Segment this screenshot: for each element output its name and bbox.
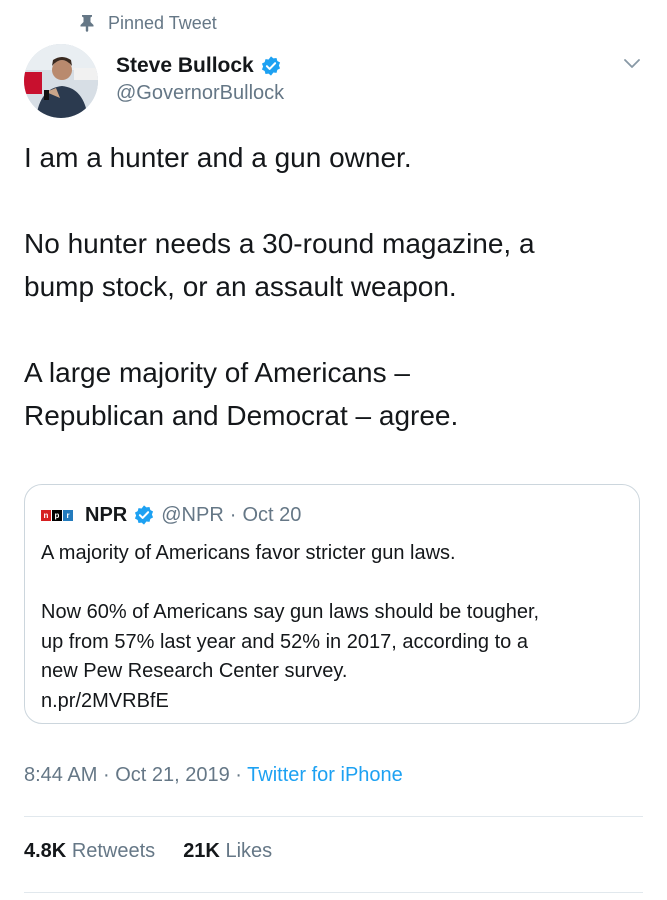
quote-line: Now 60% of Americans say gun laws should… [41, 601, 540, 623]
tweet-time[interactable]: 8:44 AM [24, 764, 97, 786]
quote-line: A majority of Americans favor stricter g… [41, 542, 456, 564]
author-name[interactable]: Steve Bullock [116, 54, 254, 78]
quoted-author-name: NPR [85, 503, 128, 526]
pin-icon [80, 14, 94, 32]
quoted-date: Oct 20 [242, 503, 302, 526]
author-name-row: Steve Bullock [116, 52, 284, 80]
tweet-line: bump stock, or an assault weapon. [24, 271, 457, 302]
retweets-stat[interactable]: 4.8K Retweets [24, 840, 155, 863]
retweets-label: Retweets [71, 840, 156, 862]
verified-badge-icon [260, 55, 282, 77]
tweet-line: Republican and Democrat – agree. [24, 400, 459, 431]
likes-label: Likes [225, 840, 273, 862]
tweet-line: A large majority of Americans – [24, 357, 410, 388]
quote-line: new Pew Research Center survey. [41, 660, 348, 682]
quoted-tweet[interactable]: n p r NPR @NPR · Oct 20 A majority of Am… [24, 484, 640, 724]
quoted-author-handle: @NPR [161, 503, 224, 526]
divider [24, 816, 643, 817]
tweet-line: I am a hunter and a gun owner. [24, 142, 412, 173]
pinned-indicator: Pinned Tweet [80, 10, 217, 36]
tweet-stats: 4.8K Retweets 21K Likes [24, 840, 272, 863]
avatar-image [24, 44, 98, 118]
likes-stat[interactable]: 21K Likes [183, 840, 272, 863]
avatar[interactable] [24, 44, 98, 118]
separator-dot: · [229, 503, 237, 526]
npr-logo: n p r [41, 509, 73, 521]
author-info[interactable]: Steve Bullock @GovernorBullock [116, 52, 284, 105]
quote-line: up from 57% last year and 52% in 2017, a… [41, 630, 528, 653]
quoted-tweet-header: n p r NPR @NPR · Oct 20 [41, 501, 301, 529]
quote-link[interactable]: n.pr/2MVRBfE [41, 687, 621, 717]
tweet-timestamp: 8:44 AM · Oct 21, 2019 · Twitter for iPh… [24, 764, 403, 787]
separator-dot: · [235, 764, 242, 786]
tweet-page: Pinned Tweet Steve Bullock @GovernorBull… [0, 0, 667, 900]
tweet-line: No hunter needs a 30-round magazine, a [24, 228, 535, 259]
chevron-down-icon[interactable] [621, 52, 643, 74]
tweet-text: I am a hunter and a gun owner. No hunter… [24, 136, 644, 437]
quoted-tweet-text: A majority of Americans favor stricter g… [41, 539, 621, 716]
divider [24, 892, 643, 893]
likes-count: 21K [183, 840, 220, 862]
verified-badge-icon [133, 504, 155, 526]
tweet-source-link[interactable]: Twitter for iPhone [247, 764, 403, 786]
author-handle[interactable]: @GovernorBullock [116, 82, 284, 105]
retweets-count: 4.8K [24, 840, 67, 862]
separator-dot: · [102, 764, 110, 786]
pinned-label: Pinned Tweet [108, 12, 217, 33]
tweet-date[interactable]: Oct 21, 2019 [115, 764, 230, 786]
